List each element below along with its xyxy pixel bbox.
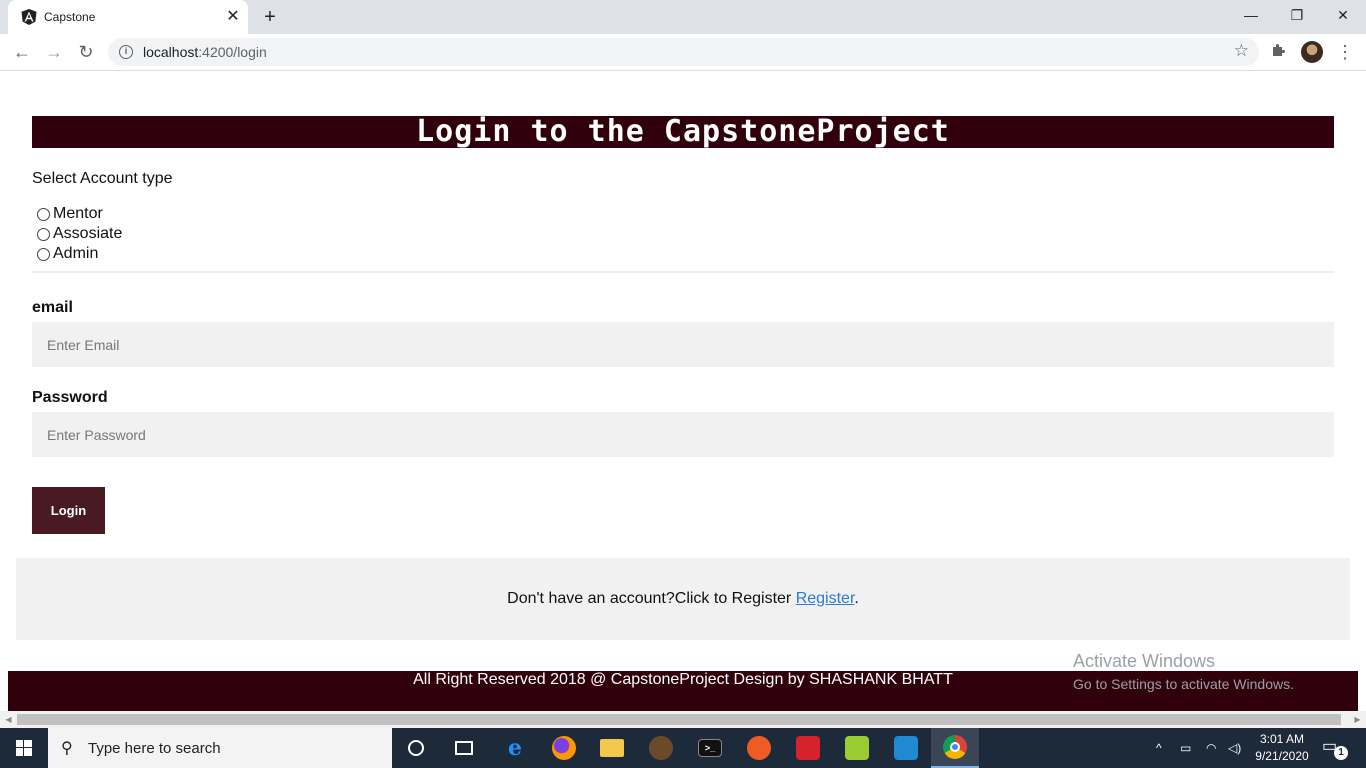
page-content: Login to the CapstoneProject Select Acco… <box>0 71 1366 711</box>
url-path: :4200/login <box>198 44 267 60</box>
radio-circle-icon[interactable] <box>37 207 50 221</box>
divider <box>32 271 1334 273</box>
tray-chevron-icon[interactable]: ^ <box>1156 728 1162 768</box>
notification-count: 1 <box>1334 746 1348 760</box>
menu-kebab-icon[interactable]: ⋮ <box>1336 40 1354 64</box>
register-panel: Don't have an account?Click to Register … <box>16 558 1350 640</box>
register-prompt: Don't have an account?Click to Register <box>507 590 796 607</box>
password-field[interactable] <box>32 412 1334 457</box>
clock-time: 3:01 AM <box>1259 732 1305 746</box>
minimize-button[interactable]: — <box>1228 0 1274 30</box>
file-explorer-icon[interactable] <box>588 728 636 768</box>
back-icon[interactable]: ← <box>8 38 36 66</box>
game-app-icon[interactable] <box>637 728 685 768</box>
bookmark-star-icon[interactable]: ☆ <box>1234 41 1249 61</box>
reload-icon[interactable]: ↻ <box>72 38 100 66</box>
address-bar[interactable]: i localhost:4200/login ☆ <box>108 38 1259 66</box>
email-label: email <box>32 299 73 316</box>
watermark-line1: Activate Windows <box>1073 651 1216 671</box>
tab-strip: Capstone ✕ + — ❐ ✕ <box>0 0 1366 34</box>
windows-start-icon[interactable] <box>0 728 48 768</box>
taskbar-search[interactable]: ⚲ Type here to search <box>48 728 392 768</box>
screen: Capstone ✕ + — ❐ ✕ ← → ↻ i localhost:420… <box>0 0 1366 768</box>
radio-label: Mentor <box>53 205 103 222</box>
chrome-icon[interactable] <box>931 728 979 768</box>
scroll-right-icon[interactable]: ▶ <box>1349 711 1366 728</box>
task-view-icon[interactable] <box>440 728 488 768</box>
browser-toolbar: ← → ↻ i localhost:4200/login ☆ ⋮ <box>0 34 1366 71</box>
forward-icon[interactable]: → <box>40 38 68 66</box>
radio-label: Admin <box>53 245 99 262</box>
edge-icon[interactable]: e <box>491 728 539 768</box>
password-label: Password <box>32 389 108 406</box>
angular-icon <box>21 9 37 25</box>
scroll-left-icon[interactable]: ◀ <box>0 711 17 728</box>
tab-title: Capstone <box>44 10 96 24</box>
email-field[interactable] <box>32 322 1334 367</box>
activate-windows-watermark: Activate Windows Go to Settings to activ… <box>1073 651 1294 692</box>
battery-icon[interactable]: ▭ <box>1180 728 1191 768</box>
site-info-icon[interactable]: i <box>119 45 133 59</box>
page-title-banner: Login to the CapstoneProject <box>32 116 1334 148</box>
maximize-button[interactable]: ❐ <box>1274 0 1320 30</box>
notification-center-icon[interactable]: ▭ 1 <box>1322 736 1348 760</box>
radio-circle-icon[interactable] <box>37 227 50 241</box>
clock-date: 9/21/2020 <box>1255 749 1309 763</box>
radio-mentor[interactable]: Mentor <box>37 204 103 224</box>
close-window-button[interactable]: ✕ <box>1320 0 1366 30</box>
radio-admin[interactable]: Admin <box>37 244 98 264</box>
acrobat-icon[interactable] <box>784 728 832 768</box>
postman-icon[interactable] <box>735 728 783 768</box>
login-button[interactable]: Login <box>32 487 105 534</box>
url-host: localhost <box>143 44 199 60</box>
windows-taskbar: ⚲ Type here to search e >_ ^ ▭ ◠ ◁) 3:01… <box>0 728 1366 768</box>
volume-icon[interactable]: ◁) <box>1228 728 1241 768</box>
extensions-puzzle-icon[interactable] <box>1268 42 1288 62</box>
radio-assosiate[interactable]: Assosiate <box>37 224 122 244</box>
terminal-icon[interactable]: >_ <box>686 728 734 768</box>
search-icon: ⚲ <box>61 740 73 757</box>
footer-text: All Right Reserved 2018 @ CapstoneProjec… <box>413 671 953 688</box>
radio-circle-icon[interactable] <box>37 247 50 261</box>
close-tab-icon[interactable]: ✕ <box>224 8 242 26</box>
url-text: localhost:4200/login <box>143 44 267 60</box>
register-link[interactable]: Register <box>796 590 855 607</box>
system-clock[interactable]: 3:01 AM 9/21/2020 <box>1248 731 1316 765</box>
profile-avatar[interactable] <box>1301 41 1323 63</box>
new-tab-button[interactable]: + <box>259 6 281 28</box>
search-placeholder: Type here to search <box>88 740 221 757</box>
notepad-plus-icon[interactable] <box>833 728 881 768</box>
register-period: . <box>854 590 859 607</box>
cortana-icon[interactable] <box>392 728 440 768</box>
scrollbar-thumb[interactable] <box>17 714 1341 725</box>
wifi-icon[interactable]: ◠ <box>1206 728 1216 768</box>
horizontal-scrollbar[interactable]: ◀ ▶ <box>0 711 1366 728</box>
watermark-line2: Go to Settings to activate Windows. <box>1073 676 1294 692</box>
firefox-icon[interactable] <box>540 728 588 768</box>
radio-label: Assosiate <box>53 225 123 242</box>
vscode-icon[interactable] <box>882 728 930 768</box>
account-type-label: Select Account type <box>32 170 173 187</box>
browser-tab[interactable]: Capstone ✕ <box>8 0 248 34</box>
